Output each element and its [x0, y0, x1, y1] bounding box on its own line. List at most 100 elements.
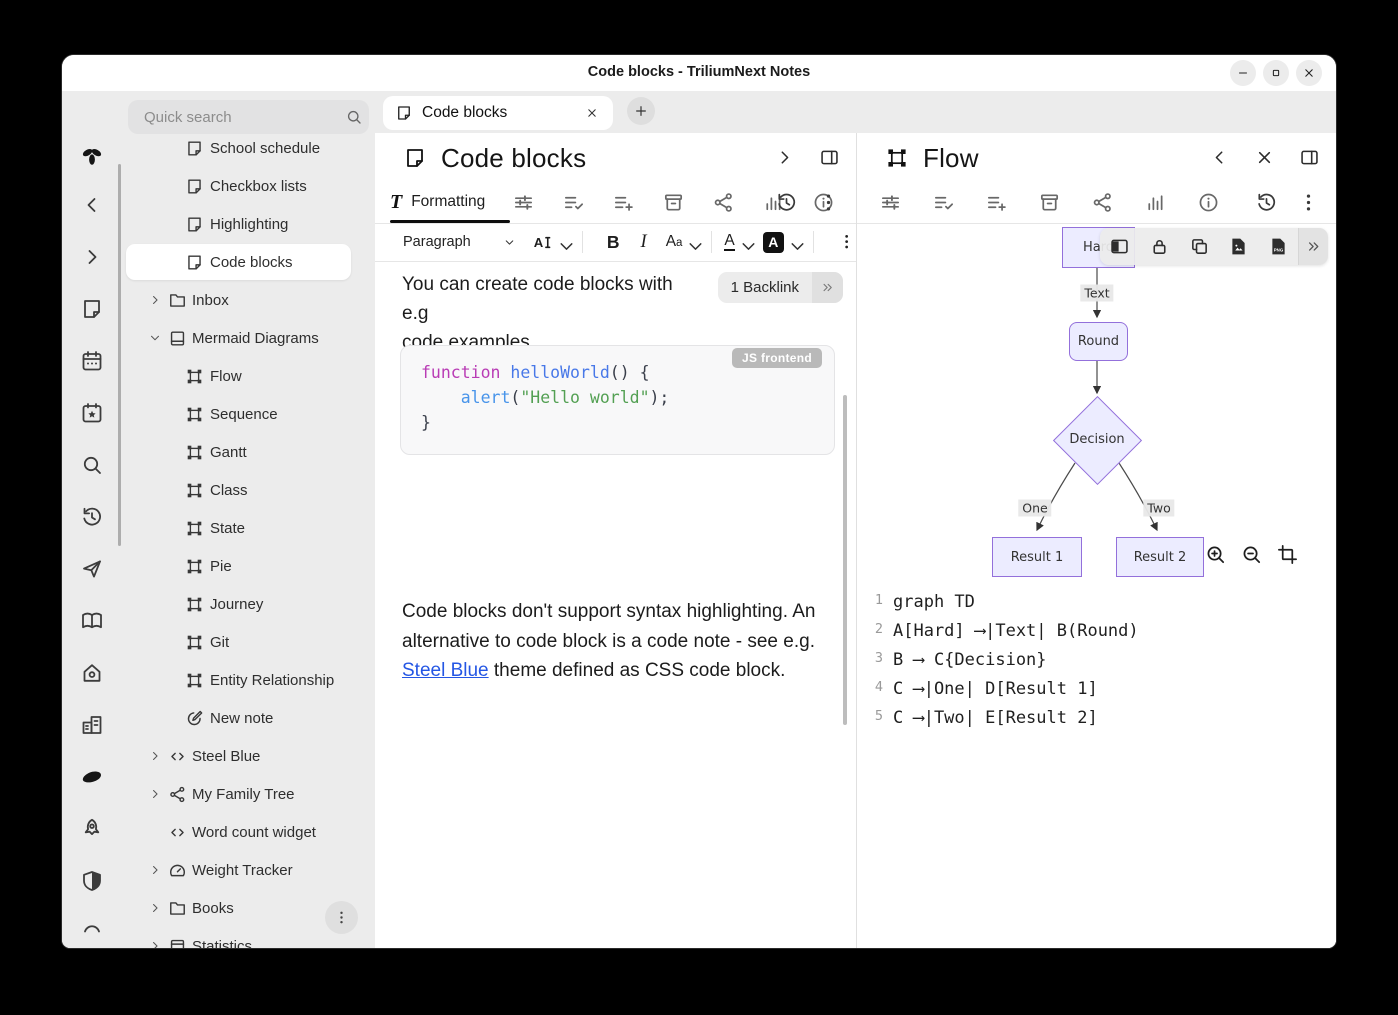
shield-icon[interactable]	[79, 868, 105, 894]
chevron-right-icon[interactable]	[148, 787, 162, 801]
zoom-in-button[interactable]	[1204, 543, 1227, 566]
source-code-line[interactable]: 3B ⟶ C{Decision}	[857, 650, 1336, 679]
titlebar[interactable]: Code blocks - TriliumNext Notes	[62, 55, 1336, 92]
tree-item-code-blocks[interactable]: Code blocks	[126, 244, 351, 280]
toolbar-overflow-button[interactable]	[837, 232, 856, 252]
quick-search[interactable]	[128, 100, 369, 134]
tree-item-inbox[interactable]: Inbox	[126, 282, 351, 318]
chevron-right-icon[interactable]	[148, 863, 162, 877]
minimize-button[interactable]	[1230, 60, 1256, 86]
ribbon-archive-icon[interactable]	[662, 191, 685, 214]
split-pane-button[interactable]	[1299, 147, 1320, 168]
source-code-line[interactable]: 4C ⟶|One| D[Result 1]	[857, 679, 1336, 708]
buildings-icon[interactable]	[79, 712, 105, 738]
toggle-ribbon-button[interactable]	[774, 147, 795, 168]
ribbon-history-icon[interactable]	[775, 191, 798, 214]
content-scrollbar[interactable]	[843, 395, 847, 725]
font-color-button[interactable]: A	[724, 233, 749, 252]
tree-item-highlighting[interactable]: Highlighting	[126, 206, 351, 242]
tree-item-sequence[interactable]: Sequence	[126, 396, 351, 432]
chevron-down-icon[interactable]	[148, 331, 162, 345]
tree-item-new-note[interactable]: New note	[126, 700, 351, 736]
maximize-button[interactable]	[1263, 60, 1289, 86]
paragraph-style-dropdown[interactable]: Paragraph	[403, 234, 516, 250]
ribbon-list-check-icon[interactable]	[562, 191, 585, 214]
mermaid-diagram[interactable]: HardRoundDecisionResult 1Result 2 PNG Te…	[857, 223, 1336, 586]
tree-item-school-schedule[interactable]: School schedule	[126, 130, 351, 166]
chevron-right-icon[interactable]	[148, 749, 162, 763]
code-block[interactable]: JS frontend function helloWorld() { aler…	[400, 345, 835, 455]
tree-item-pie[interactable]: Pie	[126, 548, 351, 584]
diagram-node-B[interactable]: Round	[1069, 322, 1128, 361]
ribbon-sliders-icon[interactable]	[879, 191, 902, 214]
diagram-node-D[interactable]: Result 1	[992, 537, 1082, 577]
chevron-right-icon[interactable]	[148, 293, 162, 307]
chevron-right-icon[interactable]	[148, 901, 162, 915]
collapse-pane-button[interactable]	[1209, 147, 1230, 168]
quick-search-input[interactable]	[142, 108, 345, 127]
note-title[interactable]: Flow	[923, 143, 979, 174]
close-button[interactable]	[1296, 60, 1322, 86]
split-pane-button[interactable]	[819, 147, 840, 168]
ribbon-chart-bars-icon[interactable]	[1144, 191, 1167, 214]
tree-item-git[interactable]: Git	[126, 624, 351, 660]
chevron-left-icon[interactable]	[79, 192, 105, 218]
copy-icon[interactable]	[1179, 236, 1219, 257]
book-open-icon[interactable]	[79, 608, 105, 634]
tree-item-steel-blue[interactable]: Steel Blue	[126, 738, 351, 774]
background-color-button[interactable]: A	[763, 232, 799, 253]
italic-button[interactable]: I	[641, 232, 647, 253]
tree-item-weight-tracker[interactable]: Weight Tracker	[126, 852, 351, 888]
mermaid-source-editor[interactable]: 1graph TD2A[Hard] ⟶|Text| B(Round)3B ⟶ C…	[857, 585, 1336, 948]
ribbon-list-plus-icon[interactable]	[985, 191, 1008, 214]
bread-icon[interactable]	[79, 764, 105, 790]
ribbon-share-icon[interactable]	[712, 191, 735, 214]
tree-item-entity-relationship[interactable]: Entity Relationship	[126, 662, 351, 698]
toolbar-more-button[interactable]	[1298, 228, 1328, 265]
tree-item-flow[interactable]: Flow	[126, 358, 351, 394]
close-tab-icon[interactable]	[585, 106, 599, 120]
tree-item-gantt[interactable]: Gantt	[126, 434, 351, 470]
zoom-out-button[interactable]	[1240, 543, 1263, 566]
source-code-line[interactable]: 1graph TD	[857, 592, 1336, 621]
launcher-scrollbar[interactable]	[118, 164, 121, 546]
tree-item-statistics[interactable]: Statistics	[126, 928, 351, 948]
file-png-icon[interactable]: PNG	[1259, 236, 1299, 257]
ribbon-info-icon[interactable]	[1197, 191, 1220, 214]
source-code-line[interactable]: 5C ⟶|Two| E[Result 2]	[857, 708, 1336, 737]
tab-code-blocks[interactable]: Code blocks	[383, 96, 613, 130]
chevrons-right-icon[interactable]	[812, 272, 843, 303]
search-icon[interactable]	[79, 452, 105, 478]
tree-item-word-count-widget[interactable]: Word count widget	[126, 814, 351, 850]
mermaid-icon[interactable]	[885, 146, 909, 170]
tree-item-class[interactable]: Class	[126, 472, 351, 508]
ribbon-sliders-icon[interactable]	[512, 191, 535, 214]
steel-blue-link[interactable]: Steel Blue	[402, 660, 489, 681]
ribbon-list-plus-icon[interactable]	[612, 191, 635, 214]
tree-item-mermaid-diagrams[interactable]: Mermaid Diagrams	[126, 320, 351, 356]
note-content[interactable]: You can create code blocks with e.g code…	[375, 261, 856, 948]
panel-left-icon[interactable]	[1100, 236, 1140, 257]
ribbon-archive-icon[interactable]	[1038, 191, 1061, 214]
file-image-icon[interactable]	[1219, 236, 1259, 257]
tree-item-checkbox-lists[interactable]: Checkbox lists	[126, 168, 351, 204]
backlink-button[interactable]: 1 Backlink	[718, 272, 843, 303]
note-title[interactable]: Code blocks	[441, 143, 586, 174]
tree-item-books[interactable]: Books	[126, 890, 351, 926]
arc-icon[interactable]	[79, 916, 105, 942]
bold-button[interactable]: B	[607, 232, 620, 253]
diagram-node-E[interactable]: Result 2	[1116, 537, 1204, 577]
calendar-icon[interactable]	[79, 348, 105, 374]
source-code-line[interactable]: 2A[Hard] ⟶|Text| B(Round)	[857, 621, 1336, 650]
close-pane-button[interactable]	[1254, 147, 1275, 168]
font-size-button[interactable]: A	[532, 232, 568, 253]
ribbon-history-icon[interactable]	[1255, 191, 1278, 214]
ribbon-dots-v-icon[interactable]	[1297, 191, 1320, 214]
rocket-icon[interactable]	[79, 816, 105, 842]
crop-button[interactable]	[1276, 543, 1299, 566]
tree-item-my-family-tree[interactable]: My Family Tree	[126, 776, 351, 812]
ribbon-dots-v-icon[interactable]	[817, 191, 840, 214]
tree-item-journey[interactable]: Journey	[126, 586, 351, 622]
tree-item-state[interactable]: State	[126, 510, 351, 546]
home-circle-icon[interactable]	[79, 660, 105, 686]
